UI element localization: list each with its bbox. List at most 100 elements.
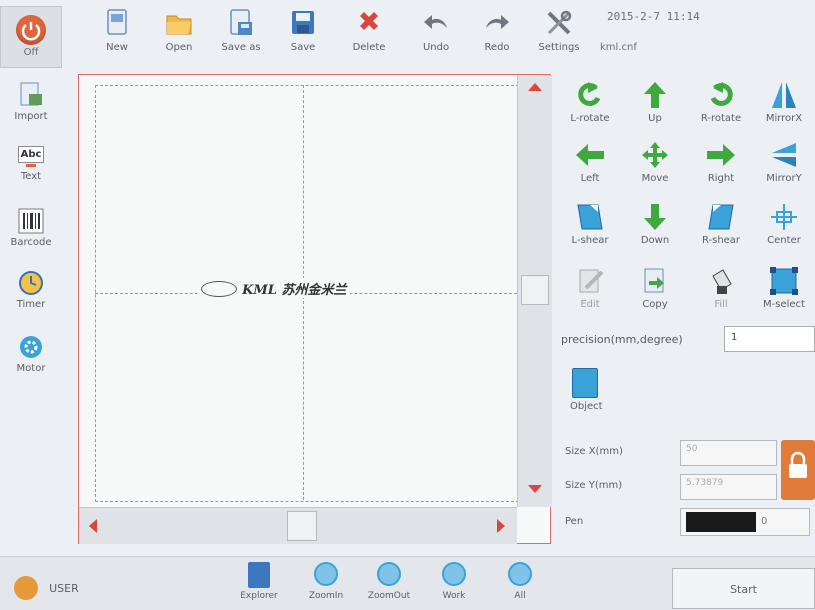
save-as-label: Save as [221, 42, 261, 53]
m-select-button[interactable]: M-select [753, 266, 815, 310]
work-icon [442, 562, 466, 586]
mirror-x-icon [768, 80, 800, 110]
rotate-right-icon [705, 80, 737, 110]
all-button[interactable]: All [492, 562, 548, 601]
up-button[interactable]: Up [624, 80, 686, 124]
scroll-down-icon[interactable] [528, 485, 542, 493]
left-button[interactable]: Left [559, 140, 621, 184]
mirror-x-button[interactable]: MirrorX [753, 80, 815, 124]
zoom-out-button[interactable]: ZoomOut [360, 562, 418, 601]
pen-selector[interactable]: 0 [680, 508, 810, 536]
size-x-input[interactable]: 50 [680, 440, 777, 466]
scroll-up-icon[interactable] [528, 83, 542, 91]
edit-button[interactable]: Edit [559, 266, 621, 310]
import-button[interactable]: Import [0, 82, 62, 122]
redo-arrow-icon [482, 8, 512, 38]
right-button[interactable]: Right [690, 140, 752, 184]
move-button[interactable]: Move [624, 140, 686, 184]
open-button[interactable]: Open [148, 6, 210, 64]
user-label: USER [49, 581, 79, 595]
copy-button[interactable]: Copy [624, 266, 686, 310]
size-x-value: 50 [686, 444, 698, 454]
arrow-up-icon [639, 80, 671, 110]
center-icon [768, 202, 800, 232]
fill-label: Fill [714, 299, 728, 310]
settings-label: Settings [538, 42, 580, 53]
arrow-left-icon [574, 140, 606, 170]
start-button[interactable]: Start [672, 568, 815, 609]
scroll-left-icon[interactable] [89, 519, 97, 533]
explorer-icon [248, 562, 270, 588]
work-button[interactable]: Work [426, 562, 482, 601]
save-as-icon [226, 8, 256, 38]
padlock-icon [789, 451, 807, 478]
zoom-all-icon [508, 562, 532, 586]
horizontal-scrollbar[interactable] [79, 507, 517, 544]
center-button[interactable]: Center [753, 202, 815, 246]
undo-button[interactable]: Undo [405, 6, 467, 64]
mirror-y-button[interactable]: MirrorY [753, 140, 815, 184]
barcode-icon [18, 208, 44, 234]
text-abc-icon: Abc [18, 146, 44, 168]
explorer-label: Explorer [240, 591, 278, 601]
canvas-logo[interactable]: KML 苏州金米兰 [197, 278, 351, 298]
up-label: Up [648, 113, 662, 124]
scroll-right-icon[interactable] [497, 519, 505, 533]
l-shear-button[interactable]: L-shear [559, 202, 621, 246]
copy-icon [639, 266, 671, 296]
vertical-scrollbar[interactable] [517, 75, 552, 507]
barcode-label: Barcode [10, 237, 52, 248]
open-label: Open [165, 42, 193, 53]
redo-button[interactable]: Redo [466, 6, 528, 64]
zoom-in-icon [314, 562, 338, 586]
undo-label: Undo [422, 42, 450, 53]
design-canvas[interactable]: KML 苏州金米兰 [78, 74, 552, 544]
horizontal-scroll-thumb[interactable] [287, 511, 317, 541]
fill-bucket-icon [705, 266, 737, 296]
down-button[interactable]: Down [624, 202, 686, 246]
delete-button[interactable]: Delete [338, 6, 400, 64]
save-button[interactable]: Save [272, 6, 334, 64]
power-icon [16, 15, 46, 45]
gear-icon [18, 334, 44, 360]
mirror-x-label: MirrorX [765, 113, 803, 124]
explorer-button[interactable]: Explorer [230, 562, 288, 601]
settings-button[interactable]: Settings [528, 6, 590, 64]
mirror-y-label: MirrorY [766, 173, 802, 184]
precision-input[interactable]: 1 [724, 326, 815, 352]
filename: kml.cnf [600, 42, 637, 53]
clock: 2015-2-7 11:14 [607, 10, 700, 23]
fill-button[interactable]: Fill [690, 266, 752, 310]
user-avatar-icon [14, 576, 38, 600]
user-button[interactable]: USER [14, 576, 79, 600]
delete-label: Delete [352, 42, 386, 53]
r-rotate-label: R-rotate [700, 113, 742, 124]
move-label: Move [641, 173, 669, 184]
vertical-scroll-thumb[interactable] [521, 275, 549, 305]
timer-label: Timer [16, 299, 46, 310]
zoom-in-button[interactable]: ZoomIn [298, 562, 354, 601]
l-rotate-button[interactable]: L-rotate [559, 80, 621, 124]
zoom-in-label: ZoomIn [308, 591, 344, 601]
size-y-input[interactable]: 5.73879 [680, 474, 777, 500]
m-select-label: M-select [763, 299, 805, 310]
new-button[interactable]: New [86, 6, 148, 64]
motor-button[interactable]: Motor [0, 334, 62, 374]
power-button[interactable]: Off [0, 6, 62, 68]
r-rotate-button[interactable]: R-rotate [690, 80, 752, 124]
save-as-button[interactable]: Save as [210, 6, 272, 64]
barcode-button[interactable]: Barcode [0, 208, 62, 248]
lock-button[interactable] [781, 440, 815, 500]
pen-color-swatch [686, 512, 756, 532]
text-button[interactable]: Abc Text [0, 146, 62, 182]
right-label: Right [707, 173, 735, 184]
object-button[interactable]: Object [564, 368, 624, 412]
timer-button[interactable]: Timer [0, 270, 62, 310]
l-shear-label: L-shear [571, 235, 609, 246]
object-icon [572, 368, 598, 398]
all-label: All [514, 591, 526, 601]
floppy-icon [288, 8, 318, 38]
r-shear-button[interactable]: R-shear [690, 202, 752, 246]
shear-right-icon [705, 202, 737, 232]
import-label: Import [14, 111, 48, 122]
